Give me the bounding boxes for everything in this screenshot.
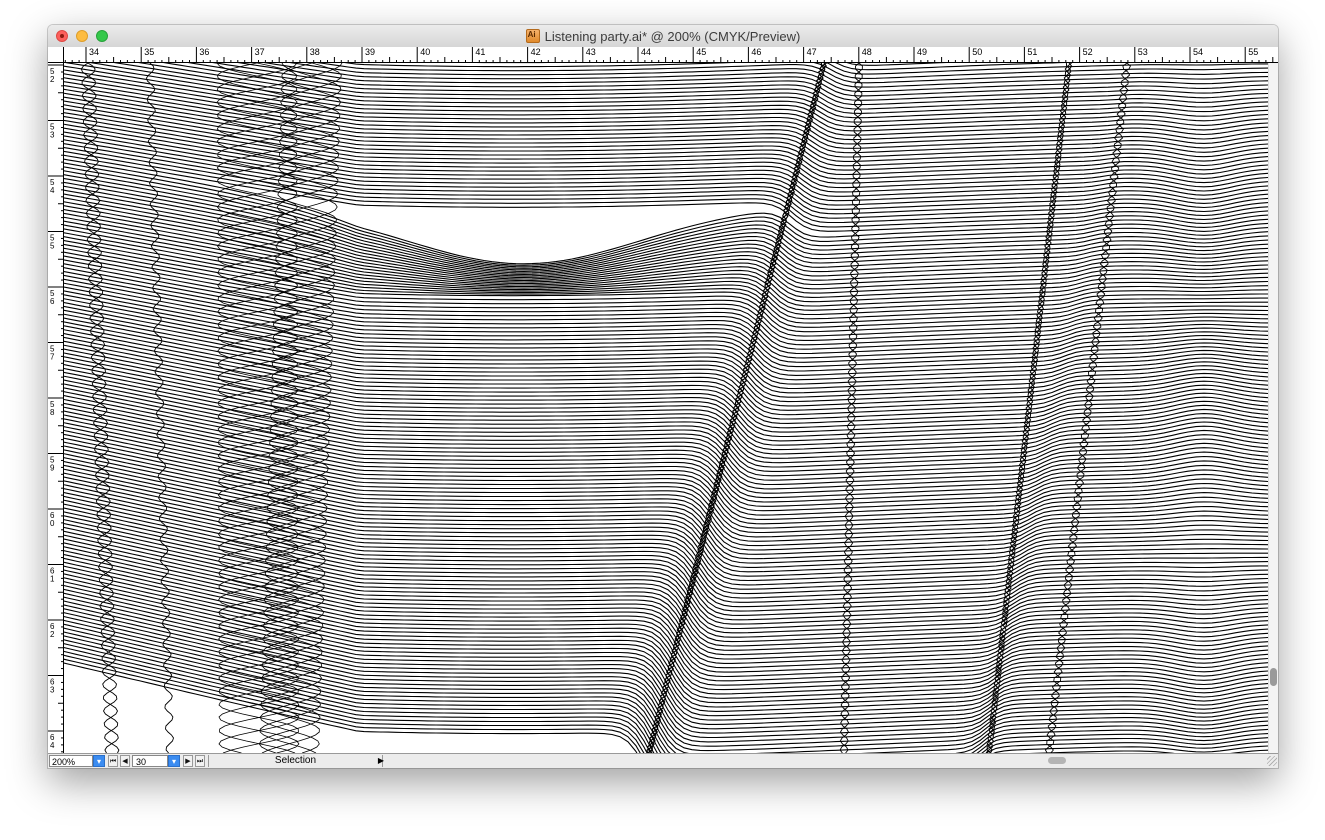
illustrator-document-icon [525,29,540,43]
contour-line [64,259,1268,350]
next-artboard-icon[interactable]: ▶ [183,755,193,767]
resize-grip-icon[interactable] [1267,756,1277,766]
ruler-label: 1 [50,575,55,584]
horizontal-scroll-thumb[interactable] [1048,757,1066,764]
vertical-scrollbar[interactable] [1268,63,1278,753]
ruler-label: 46 [751,47,761,57]
ruler-label: 52 [1083,47,1093,57]
ruler-label: 4 [50,741,55,750]
ruler-label: 43 [586,47,596,57]
ruler-label: 44 [641,47,651,57]
status-menu-label[interactable]: Selection [208,755,383,767]
vertical-scroll-thumb[interactable] [1270,668,1277,686]
ruler-label: 54 [1193,47,1203,57]
ruler-label: 0 [50,519,55,528]
chevron-down-icon[interactable]: ▾ [93,755,105,767]
ruler-label: 3 [50,686,55,695]
ruler-label: 2 [50,75,55,84]
contour-line [64,546,1268,673]
ruler-label: 48 [862,47,872,57]
ruler-label: 53 [1138,47,1148,57]
ruler-label: 41 [475,47,485,57]
ruler-label: 37 [255,47,265,57]
zoom-level-field[interactable]: 200% [49,755,93,767]
ruler-label: 47 [807,47,817,57]
ruler-origin[interactable] [48,47,64,63]
last-artboard-icon[interactable]: ⏭ [195,755,205,767]
vertical-ruler[interactable]: 52535455565758596061626364 [48,63,64,753]
ruler-label: 38 [310,47,320,57]
ruler-label: 3 [50,131,55,140]
ruler-label: 4 [50,186,55,195]
ruler-label: 49 [917,47,927,57]
triangle-right-icon[interactable]: ▶ [376,755,386,767]
ruler-label: 42 [531,47,541,57]
document-window: Listening party.ai* @ 200% (CMYK/Preview… [48,25,1278,768]
ruler-label: 40 [420,47,430,57]
ruler-label: 39 [365,47,375,57]
ruler-label: 36 [199,47,209,57]
artboard-canvas[interactable] [64,63,1268,753]
ruler-label: 51 [1027,47,1037,57]
window-title: Listening party.ai* @ 200% (CMYK/Preview… [544,28,801,44]
ruler-label: 8 [50,408,55,417]
ruler-label: 35 [144,47,154,57]
ruler-label: 50 [972,47,982,57]
contour-line [162,63,1268,110]
ruler-label: 6 [50,297,55,306]
ruler-label: 2 [50,630,55,639]
chevron-down-icon[interactable]: ▾ [168,755,180,767]
status-bar: 200% ▾ ⏮ ◀ 30 ▾ ▶ ⏭ Selection ▶ [48,753,1278,768]
title-bar[interactable]: Listening party.ai* @ 200% (CMYK/Preview… [48,25,1278,48]
contour-line [64,267,1268,359]
ruler-label: 55 [1248,47,1258,57]
ruler-label: 5 [50,242,55,251]
ruler-label: 34 [89,47,99,57]
first-artboard-icon[interactable]: ⏮ [108,755,118,767]
ruler-label: 45 [696,47,706,57]
ruler-label: 7 [50,353,55,362]
ruler-label: 9 [50,464,55,473]
contour-line [64,174,1268,271]
horizontal-ruler[interactable]: 34 35 36 37 38 39 40 41 42 43 44 45 46 47 48 49 50 51 52 53… [64,47,1278,63]
artboard-number-field[interactable]: 30 [132,755,168,767]
previous-artboard-icon[interactable]: ◀ [120,755,130,767]
